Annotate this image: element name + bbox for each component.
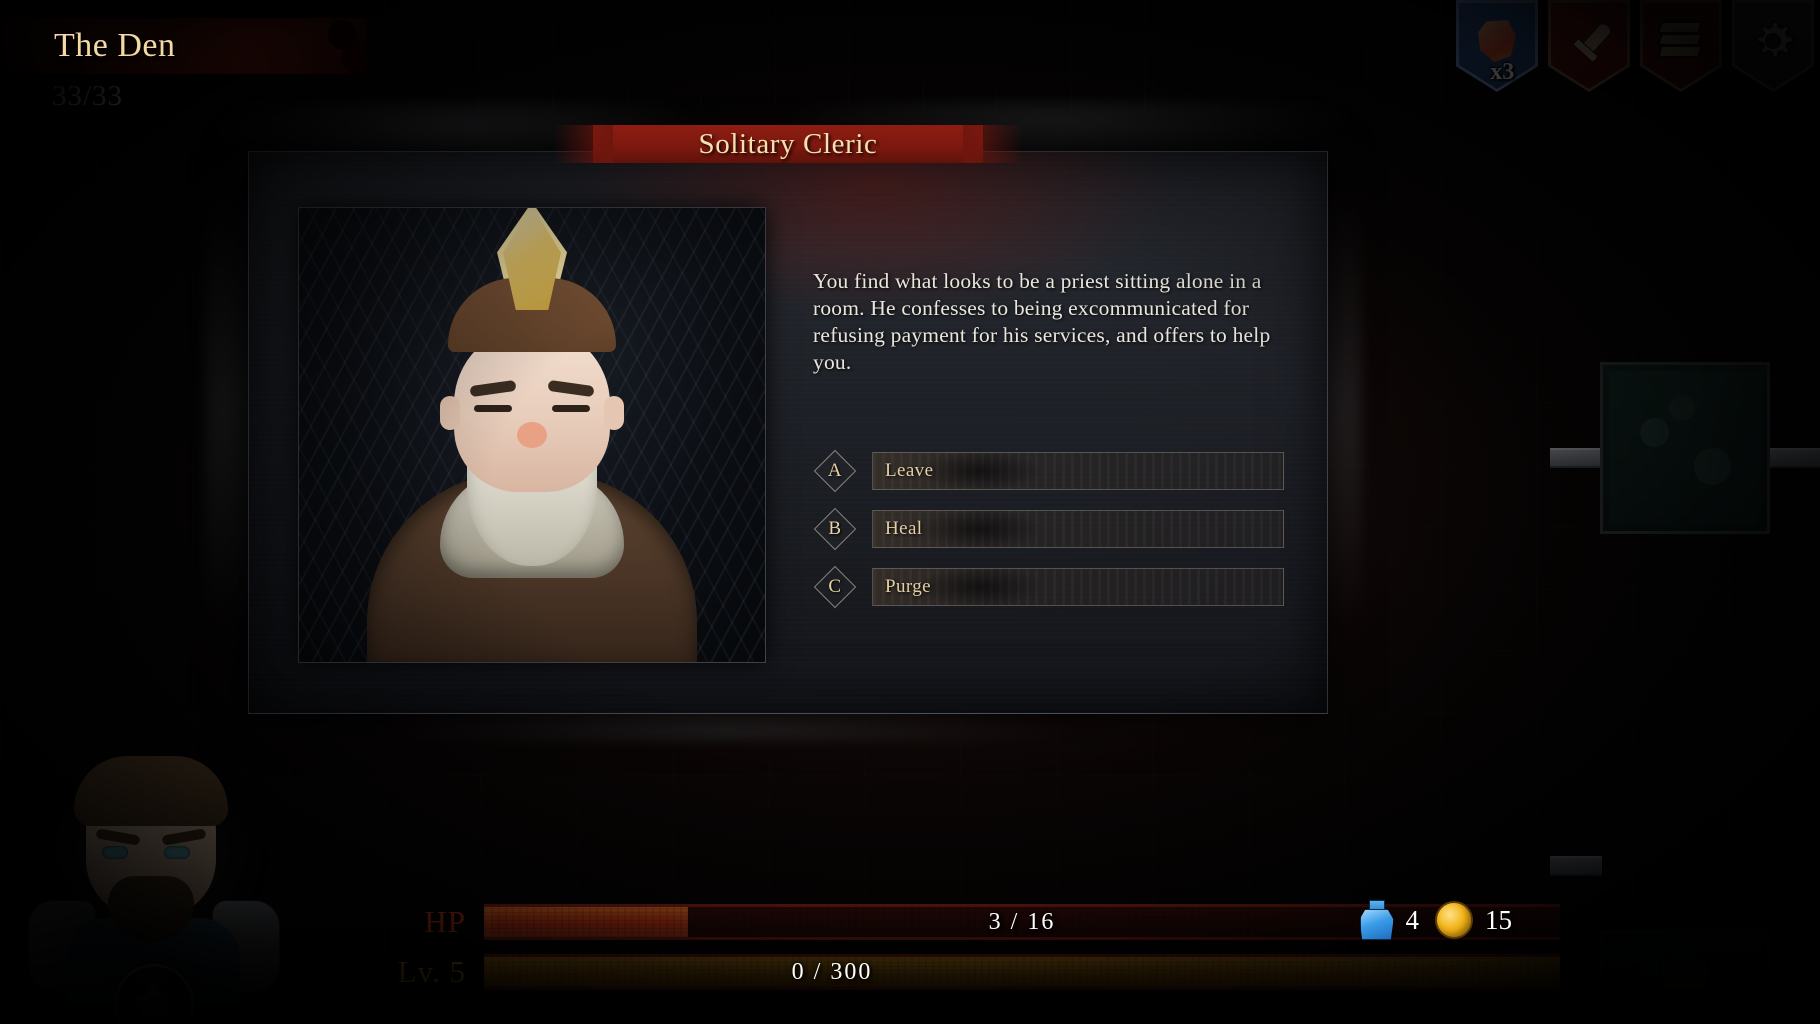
location-name: The Den	[54, 27, 176, 64]
player-hair	[74, 756, 228, 826]
gem-icon	[1478, 20, 1516, 62]
minimap-corridor-left-2	[1550, 856, 1602, 876]
choice-key-letter: B	[828, 518, 842, 539]
dialog-choice-list: A Leave B Heal C Purge	[814, 450, 1284, 627]
gold-counter[interactable]: 15	[1435, 901, 1512, 939]
choice-label: Heal	[885, 518, 923, 539]
choice-key-letter: A	[827, 460, 843, 481]
minimap-room-floor	[1609, 371, 1761, 525]
event-dialog: Solitary Cleric You find what looks to b…	[204, 101, 1362, 740]
location-header: The Den 33/33	[0, 18, 366, 113]
top-toolbar: x3	[1456, 0, 1814, 92]
hp-row: HP 3 / 16 4 15	[380, 900, 1560, 942]
choice-option-c[interactable]: C Purge	[814, 566, 1284, 608]
dialog-title: Solitary Cleric	[698, 127, 878, 160]
choice-key-badge: A	[814, 450, 856, 492]
sword-icon	[1568, 18, 1610, 64]
level-label: Lv. 5	[397, 954, 466, 989]
settings-banner-button[interactable]	[1732, 0, 1814, 92]
event-portrait	[298, 207, 766, 663]
game-screen: The Den 33/33 x3 Solitary Cleric You fin…	[0, 0, 1820, 1024]
choice-key-badge: C	[814, 566, 856, 608]
player-portrait[interactable]	[12, 740, 302, 1024]
location-progress: 33/33	[52, 80, 124, 112]
cleric-illustration	[367, 208, 697, 662]
minimap-enemy-marker	[1659, 958, 1711, 1005]
combat-banner-button[interactable]	[1548, 0, 1630, 92]
choice-key-letter: C	[828, 576, 842, 597]
minimap-corridor-left	[1550, 448, 1602, 468]
xp-bar: 0 / 300	[484, 954, 1560, 990]
resource-counters: 4 15	[1359, 900, 1512, 940]
choice-bar[interactable]: Leave	[872, 452, 1284, 490]
choice-bar[interactable]: Heal	[872, 510, 1284, 548]
minimap-tile-room-north[interactable]	[1600, 362, 1770, 534]
xp-row: Lv. 5 0 / 300	[380, 952, 1560, 992]
location-banner: The Den	[0, 18, 366, 74]
choice-label: Leave	[885, 460, 934, 481]
choice-bar[interactable]: Purge	[872, 568, 1284, 606]
minimap-tile-room-south[interactable]	[1600, 930, 1770, 1024]
choice-label: Purge	[885, 576, 931, 597]
gear-icon	[1752, 20, 1794, 62]
gem-count: x3	[1490, 59, 1515, 85]
potion-icon	[1359, 900, 1394, 940]
choice-option-b[interactable]: B Heal	[814, 508, 1284, 550]
minimap-corridor-right	[1768, 448, 1820, 468]
xp-value-text: 0 / 300	[791, 958, 873, 985]
potion-counter[interactable]: 4	[1359, 900, 1420, 940]
dialog-body-text: You find what looks to be a priest sitti…	[813, 269, 1271, 374]
choice-option-a[interactable]: A Leave	[814, 450, 1284, 492]
card-deck-icon	[1657, 21, 1703, 61]
hp-label: HP	[424, 904, 466, 939]
player-stats-bar: HP 3 / 16 4 15 Lv. 5 0 / 300	[380, 900, 1560, 1002]
potion-count: 4	[1405, 904, 1420, 935]
coin-icon	[1435, 901, 1473, 939]
dialog-title-banner: Solitary Cleric	[553, 125, 1023, 163]
choice-key-badge: B	[814, 508, 856, 550]
gold-count: 15	[1485, 904, 1512, 935]
deck-banner-button[interactable]	[1640, 0, 1722, 92]
shattered-star-sigil-icon	[132, 982, 176, 1024]
gem-banner-button[interactable]: x3	[1456, 0, 1538, 92]
